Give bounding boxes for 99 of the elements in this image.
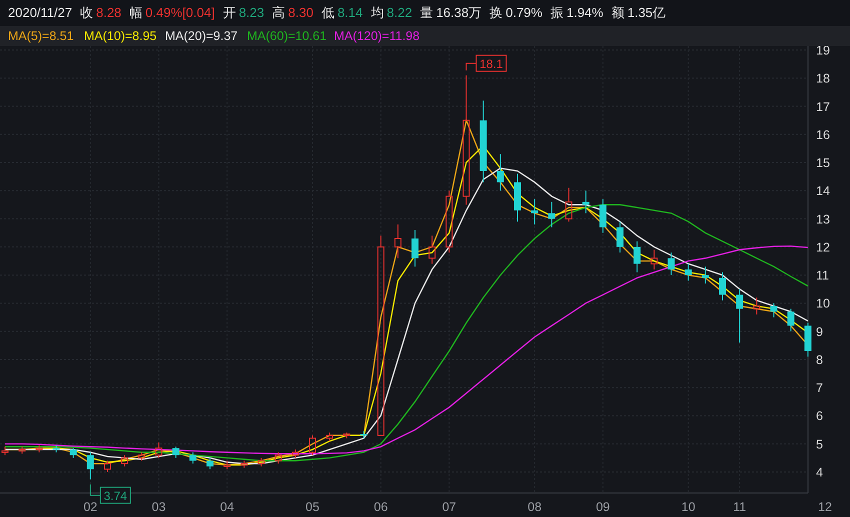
candle	[650, 249, 658, 270]
candle	[736, 288, 744, 344]
y-tick-label: 15	[816, 156, 830, 170]
candle	[582, 190, 590, 214]
quote-label: 均	[370, 4, 384, 22]
candle	[206, 457, 214, 470]
quote-value: 16.38万	[436, 4, 482, 22]
candle	[121, 454, 128, 467]
quote-value: 8.22	[386, 4, 412, 22]
candle	[770, 302, 778, 318]
moving-average-legend: MA(20)=9.37	[165, 26, 247, 46]
y-tick-label: 18	[816, 72, 830, 86]
candle	[2, 446, 8, 456]
candle	[86, 452, 94, 480]
x-tick-label: 04	[220, 500, 234, 514]
y-tick-label: 4	[816, 466, 823, 480]
quote-label: 振	[550, 4, 564, 22]
y-tick-label: 11	[816, 268, 829, 283]
candle	[719, 272, 726, 301]
x-tick-label: 05	[306, 500, 320, 514]
quote-value: 8.14	[337, 4, 363, 22]
x-tick-label: 09	[596, 500, 610, 514]
candle	[274, 452, 282, 464]
candle	[702, 266, 709, 284]
y-tick-label: 13	[816, 212, 830, 226]
y-tick-label: 7	[816, 381, 823, 396]
candle	[668, 252, 675, 276]
annotation: 18.1	[480, 56, 504, 71]
quote-label: 幅	[129, 4, 142, 22]
quote-label: 换	[490, 4, 503, 22]
quote-label: 高	[272, 4, 286, 22]
candle	[496, 154, 504, 192]
candle	[753, 297, 760, 315]
quote-value: 8.28	[96, 4, 122, 22]
y-tick-label: 16	[816, 128, 830, 142]
y-tick-label: 19	[816, 46, 830, 58]
candle	[343, 432, 350, 439]
candle	[240, 460, 248, 468]
y-tick-label: 8	[816, 352, 823, 367]
candle	[565, 187, 572, 222]
quote-label: 低	[321, 4, 334, 22]
quote-value: 8.30	[288, 4, 314, 22]
moving-average-legend: MA(10)=8.95	[84, 26, 165, 46]
candle	[514, 173, 521, 222]
quote-value: 0.49%[0.04]	[145, 4, 215, 22]
candle	[531, 198, 538, 225]
y-tick-label: 9	[816, 324, 823, 339]
candle	[309, 434, 316, 456]
quote-label: 收	[80, 4, 94, 22]
x-tick-label: 11	[733, 500, 746, 514]
candle	[787, 308, 794, 332]
candle	[634, 240, 641, 273]
candle	[599, 198, 606, 234]
quote-value: 1.35亿	[627, 4, 666, 22]
candle	[616, 221, 624, 254]
candle	[258, 457, 265, 467]
candle	[292, 449, 299, 458]
candle	[36, 444, 43, 453]
quote-value: 8.23	[238, 4, 264, 22]
candle	[138, 452, 146, 462]
candle	[189, 452, 196, 464]
price-callout: 18.1	[466, 54, 507, 72]
quote-label: 量	[420, 4, 434, 22]
candle	[412, 230, 418, 268]
moving-average-legend: MA(5)=8.51	[8, 26, 84, 46]
quote-date: 2020/11/27	[8, 4, 72, 22]
x-tick-label: 06	[374, 500, 388, 514]
moving-average-legend: MA(60)=10.61	[247, 26, 334, 46]
candle	[326, 432, 334, 442]
x-tick-label: 03	[152, 500, 166, 514]
candle	[70, 448, 77, 458]
y-tick-label: 12	[816, 240, 830, 254]
x-tick-label: 10	[681, 500, 696, 514]
candle	[52, 444, 60, 453]
candle	[394, 224, 402, 259]
candle	[446, 190, 453, 254]
candle	[804, 322, 812, 358]
x-tick-label: 08	[528, 500, 542, 514]
y-tick-label: 17	[816, 100, 830, 114]
quote-value: 0.79%	[506, 4, 542, 22]
candle	[155, 442, 162, 458]
candle	[172, 446, 180, 458]
y-tick-label: 6	[816, 409, 823, 424]
x-tick-label: 07	[442, 500, 456, 514]
y-tick-label: 14	[816, 184, 830, 198]
candle	[18, 446, 26, 454]
x-tick-label: 12	[818, 500, 832, 514]
y-tick-label: 10	[816, 296, 830, 311]
y-tick-label: 5	[816, 437, 823, 452]
candle	[548, 201, 556, 228]
candle	[684, 263, 692, 282]
quote-label: 开	[222, 4, 236, 22]
candle	[224, 460, 231, 470]
candle	[104, 460, 111, 472]
quote-label: 额	[611, 4, 624, 22]
candle	[428, 235, 436, 264]
moving-average-legend: MA(120)=11.98	[334, 26, 434, 46]
candle	[360, 430, 368, 439]
quote-value: 1.94%	[566, 4, 604, 22]
